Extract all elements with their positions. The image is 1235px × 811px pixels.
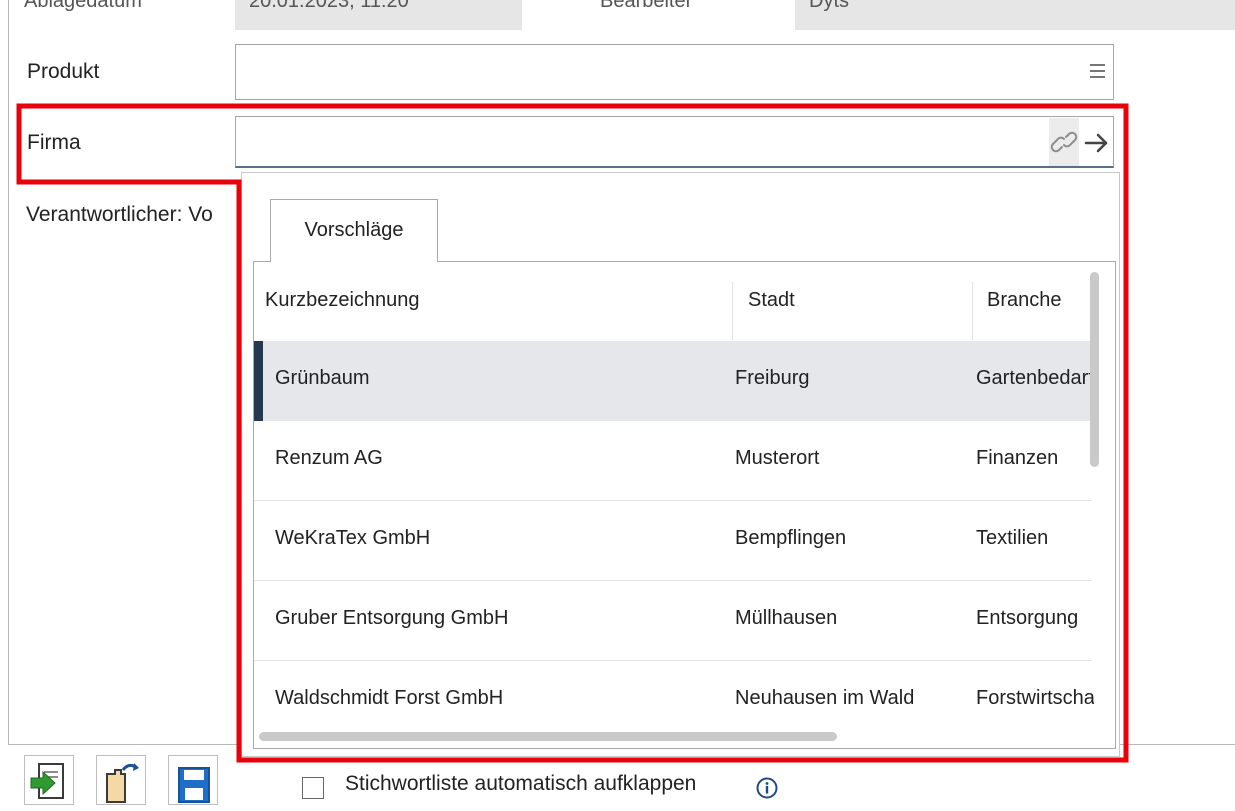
cell-short-name: Renzum AG [275,447,383,469]
cell-industry: Textilien [976,527,1049,549]
import-icon [30,763,64,799]
cell-short-name: Waldschmidt Forst GmbH [275,687,504,709]
cell-city: Neuhausen im Wald [735,687,915,709]
column-header-city[interactable]: Stadt [748,289,795,312]
editor-field: Dyts [795,0,1235,30]
product-field[interactable] [235,44,1114,100]
created-date-field: 20.01.2023, 11:20 [235,0,522,30]
cell-industry: Entsorgung [976,607,1079,629]
vertical-scrollbar[interactable] [1090,272,1099,467]
cell-industry: Gartenbedarf [976,367,1094,389]
column-divider [732,282,733,340]
arrow-right-icon[interactable] [1081,118,1111,166]
form-left-border [8,0,9,745]
created-date-label: Ablagedatum [24,0,142,12]
company-label: Firma [27,131,81,154]
cell-short-name: WeKraTex GmbH [275,527,431,549]
save-button[interactable] [168,755,218,805]
cell-short-name: Grünbaum [275,367,370,389]
cell-city: Musterort [735,447,820,469]
table-row[interactable]: WeKraTex GmbH Bempflingen Textilien [254,501,1092,581]
table-row[interactable]: Grünbaum Freiburg Gartenbedarf [254,341,1094,421]
auto-expand-label: Stichwortliste automatisch aufklappen [345,772,697,795]
table-row[interactable]: Gruber Entsorgung GmbH Müllhausen Entsor… [254,581,1092,661]
save-icon [178,767,210,803]
company-field[interactable] [235,116,1114,168]
open-document-button[interactable] [96,755,146,805]
table-row[interactable]: Renzum AG Musterort Finanzen [254,421,1092,501]
cell-industry: Finanzen [976,447,1059,469]
info-icon[interactable] [756,777,778,799]
product-label: Produkt [27,60,100,83]
table-row[interactable]: Waldschmidt Forst GmbH Neuhausen im Wald… [254,661,1094,741]
link-icon[interactable] [1049,118,1079,166]
responsible-label: Verantwortlicher: Vo [26,203,213,226]
column-header-industry[interactable]: Branche [987,289,1062,312]
tab-suggestions[interactable]: Vorschläge [270,199,438,262]
horizontal-scrollbar[interactable] [259,732,837,741]
suggestion-table: Kurzbezeichnung Stadt Branche Grünbaum F… [253,261,1116,749]
import-button[interactable] [24,755,74,805]
editor-label: Bearbeiter [600,0,693,12]
column-header-short-name[interactable]: Kurzbezeichnung [265,289,420,312]
auto-expand-checkbox[interactable] [302,777,324,799]
column-divider [972,282,973,340]
cell-city: Freiburg [735,367,810,389]
cell-short-name: Gruber Entsorgung GmbH [275,607,509,629]
list-menu-icon[interactable] [1090,64,1105,78]
selection-marker [254,341,263,421]
cell-industry: Forstwirtschaft [976,687,1094,709]
cell-city: Bempflingen [735,527,847,549]
open-document-icon [106,763,139,803]
cell-city: Müllhausen [735,607,838,629]
editor-value: Dyts [809,0,849,12]
created-date-value: 20.01.2023, 11:20 [249,0,409,12]
